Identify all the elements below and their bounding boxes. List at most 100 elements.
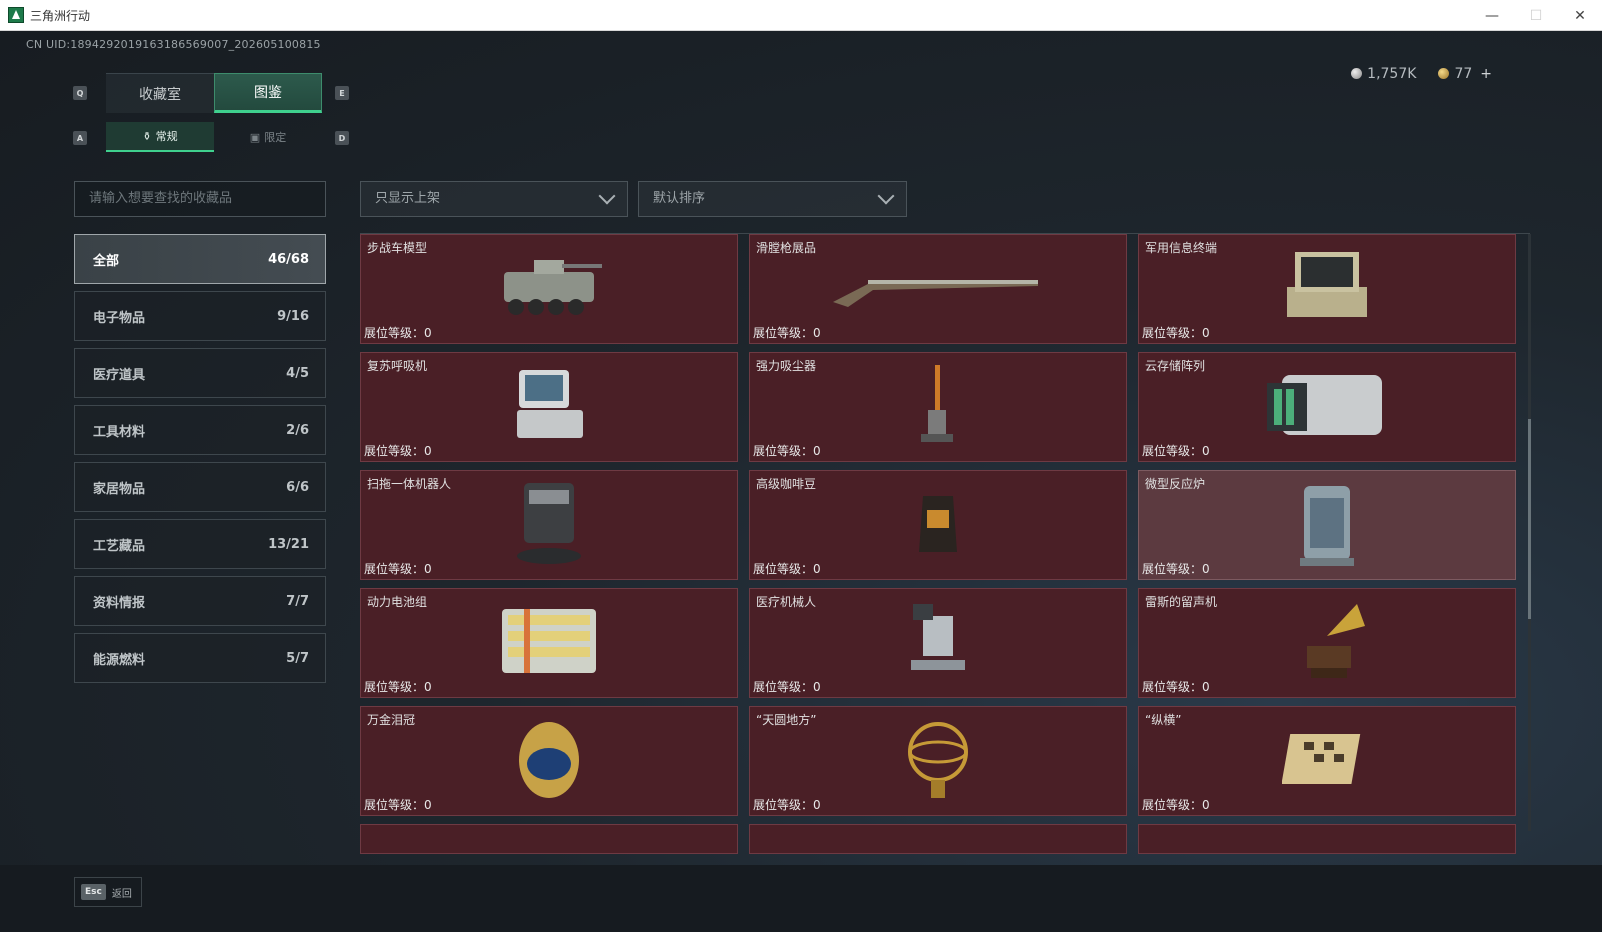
back-label: 返回 <box>111 888 132 900</box>
window-controls: — ☐ ✕ <box>1470 0 1602 31</box>
key-hint-e: E <box>335 86 349 100</box>
category-label: 家居物品 <box>93 481 146 497</box>
collection-card-partial[interactable] <box>360 824 738 854</box>
category-label: 工艺藏品 <box>93 538 146 554</box>
uid-label: CN UID:1894292019163186569007_2026051008… <box>26 38 321 51</box>
military-terminal-icon <box>1277 247 1377 331</box>
back-button[interactable]: Esc 返回 <box>74 877 142 907</box>
main-tabs: 收藏室 图鉴 <box>106 73 322 113</box>
gold-currency: 77 + <box>1438 66 1492 82</box>
category-item-intel[interactable]: 资料情报 7/7 <box>74 576 326 626</box>
category-label: 资料情报 <box>93 595 146 611</box>
micro-reactor-icon <box>1292 478 1362 572</box>
ventilator-icon <box>509 365 589 449</box>
category-item-household[interactable]: 家居物品 6/6 <box>74 462 326 512</box>
display-level: 展位等级：0 <box>1142 326 1210 340</box>
battery-pack-icon <box>494 601 604 685</box>
collection-card[interactable]: 复苏呼吸机 展位等级：0 <box>360 352 738 462</box>
window-titlebar: 三角洲行动 — ☐ ✕ <box>0 0 1602 31</box>
card-title: “天圆地方” <box>756 713 817 727</box>
collection-card[interactable]: 微型反应炉 展位等级：0 <box>1138 470 1516 580</box>
minimize-button[interactable]: — <box>1470 0 1514 31</box>
collection-card[interactable]: 军用信息终端 展位等级：0 <box>1138 234 1516 344</box>
collection-card[interactable]: 滑膛枪展品 展位等级：0 <box>749 234 1127 344</box>
category-label: 能源燃料 <box>93 652 146 668</box>
subtab-regular[interactable]: ⚱ 常规 <box>106 122 214 152</box>
gold-amount: 77 <box>1454 66 1473 82</box>
collection-card[interactable]: 动力电池组 展位等级：0 <box>360 588 738 698</box>
collection-card[interactable]: 万金泪冠展位等级：0 <box>360 706 738 816</box>
close-button[interactable]: ✕ <box>1558 0 1602 31</box>
sub-tabs: ⚱ 常规 ▣ 限定 <box>106 122 322 152</box>
card-title: “纵横” <box>1145 713 1182 727</box>
chevron-down-icon <box>598 187 616 205</box>
esc-key-hint: Esc <box>81 884 106 900</box>
app-logo-icon <box>8 7 24 23</box>
category-count: 7/7 <box>286 593 309 609</box>
silver-currency: 1,757K <box>1351 66 1416 82</box>
display-level: 展位等级：0 <box>753 562 821 576</box>
image-icon: ▣ <box>249 130 261 144</box>
maximize-button[interactable]: ☐ <box>1514 0 1558 31</box>
display-level: 展位等级：0 <box>364 798 432 812</box>
collection-card-partial[interactable] <box>1138 824 1516 854</box>
collection-card-partial[interactable] <box>749 824 1127 854</box>
category-item-all[interactable]: 全部 46/68 <box>74 234 326 284</box>
filter-dropdown[interactable]: 只显示上架 <box>360 181 628 217</box>
collection-card[interactable]: 扫拖一体机器人 展位等级：0 <box>360 470 738 580</box>
coffee-bag-icon <box>913 488 963 562</box>
collection-card[interactable]: “纵横” 展位等级：0 <box>1138 706 1516 816</box>
card-title: 扫拖一体机器人 <box>367 477 452 491</box>
card-title: 高级咖啡豆 <box>756 477 817 491</box>
collection-grid: 步战车模型 展位等级：0 滑膛枪展品 展位等级：0 军用信息终端 展位等级：0 复苏呼吸机展… <box>360 234 1530 861</box>
currency-bar: 1,757K 77 + <box>1351 66 1492 82</box>
tab-codex[interactable]: 图鉴 <box>214 73 322 113</box>
grid-scrollbar[interactable] <box>1528 234 1531 831</box>
category-item-crafts[interactable]: 工艺藏品 13/21 <box>74 519 326 569</box>
vacuum-cleaner-icon <box>913 360 963 454</box>
key-hint-d: D <box>335 131 349 145</box>
scrollbar-thumb[interactable] <box>1528 419 1531 619</box>
chess-board-icon <box>1281 724 1372 798</box>
card-title: 万金泪冠 <box>367 713 416 727</box>
sort-dropdown-value: 默认排序 <box>653 191 706 206</box>
card-title: 云存储阵列 <box>1145 359 1206 373</box>
category-item-energy[interactable]: 能源燃料 5/7 <box>74 633 326 683</box>
subtab-limited[interactable]: ▣ 限定 <box>214 122 322 152</box>
display-level: 展位等级：0 <box>364 444 432 458</box>
display-level: 展位等级：0 <box>1142 798 1210 812</box>
silver-coin-icon <box>1351 68 1363 79</box>
category-item-tools[interactable]: 工具材料 2/6 <box>74 405 326 455</box>
category-count: 4/5 <box>286 365 309 381</box>
card-title: 步战车模型 <box>367 241 428 255</box>
category-list: 全部 46/68 电子物品 9/16 医疗道具 4/5 工具材料 2/6 家居物品 6/6… <box>74 234 326 690</box>
collection-grid-inner: 步战车模型 展位等级：0 滑膛枪展品 展位等级：0 军用信息终端 展位等级：0 复苏呼吸机展… <box>360 234 1530 854</box>
category-item-electronics[interactable]: 电子物品 9/16 <box>74 291 326 341</box>
collection-card[interactable]: 云存储阵列展位等级：0 <box>1138 352 1516 462</box>
collection-card[interactable]: “天圆地方” 展位等级：0 <box>749 706 1127 816</box>
sort-dropdown[interactable]: 默认排序 <box>638 181 907 217</box>
collection-card[interactable]: 高级咖啡豆展位等级：0 <box>749 470 1127 580</box>
category-label: 工具材料 <box>93 424 146 440</box>
filter-dropdown-value: 只显示上架 <box>375 191 441 206</box>
silver-amount: 1,757K <box>1367 66 1417 82</box>
medical-robot-icon <box>903 596 973 690</box>
collection-card[interactable]: 步战车模型 展位等级：0 <box>360 234 738 344</box>
collection-card[interactable]: 强力吸尘器 展位等级：0 <box>749 352 1127 462</box>
card-title: 军用信息终端 <box>1145 241 1218 255</box>
gramophone-icon <box>1287 596 1367 690</box>
tab-collection-room[interactable]: 收藏室 <box>106 73 214 113</box>
display-level: 展位等级：0 <box>364 680 432 694</box>
search-input[interactable]: 请输入想要查找的收藏品 <box>74 181 326 217</box>
chevron-down-icon <box>877 187 895 205</box>
display-level: 展位等级：0 <box>753 444 821 458</box>
add-currency-button[interactable]: + <box>1480 66 1492 82</box>
category-count: 2/6 <box>286 422 309 438</box>
collection-card[interactable]: 雷斯的留声机 展位等级：0 <box>1138 588 1516 698</box>
category-item-medical[interactable]: 医疗道具 4/5 <box>74 348 326 398</box>
category-label: 电子物品 <box>93 310 146 326</box>
collection-card[interactable]: 医疗机械人 展位等级：0 <box>749 588 1127 698</box>
display-level: 展位等级：0 <box>1142 562 1210 576</box>
display-level: 展位等级：0 <box>1142 444 1210 458</box>
ifv-model-icon <box>494 252 604 326</box>
